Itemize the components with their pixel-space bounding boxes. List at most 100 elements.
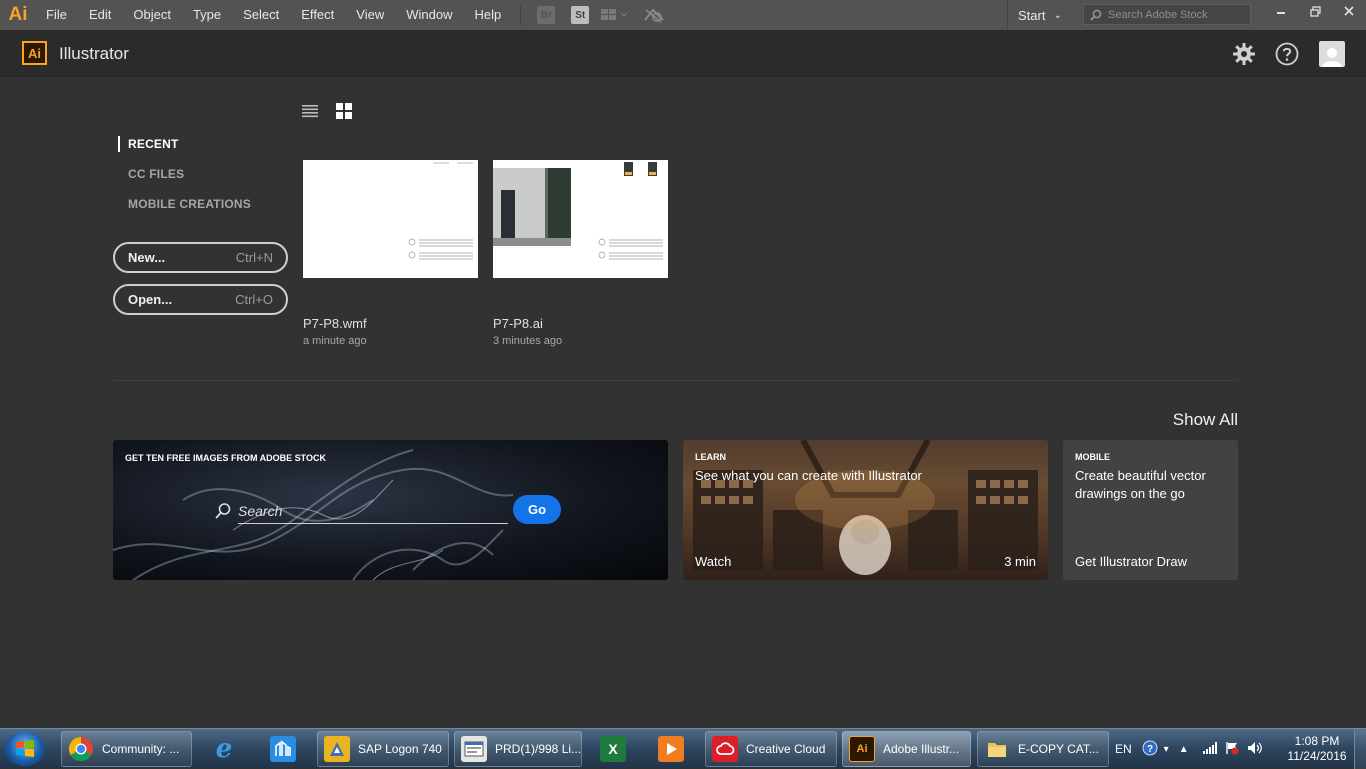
search-icon — [1090, 9, 1102, 21]
taskbar-item-illustrator[interactable]: Ai Adobe Illustr... — [842, 731, 971, 767]
recent-file-name[interactable]: P7-P8.ai — [493, 316, 543, 331]
mobile-headline: Create beautiful vector drawings on the … — [1075, 468, 1206, 501]
taskbar-item-internet-explorer[interactable]: e — [199, 731, 251, 767]
stock-search-placeholder: Search Adobe Stock — [1108, 8, 1208, 21]
open-file-button[interactable]: Open... Ctrl+O — [113, 284, 288, 315]
sap-window-icon — [461, 736, 487, 762]
workspace-switcher[interactable]: Start ⌄ — [1007, 0, 1062, 30]
menu-object[interactable]: Object — [122, 0, 182, 30]
close-button[interactable] — [1332, 0, 1366, 22]
menu-window[interactable]: Window — [395, 0, 463, 30]
taskbar-item-app[interactable] — [258, 731, 310, 767]
menu-bar: Ai File Edit Object Type Select Effect V… — [0, 0, 1366, 30]
search-underline — [238, 523, 508, 524]
menubar-divider — [520, 5, 522, 25]
sap-logon-icon — [324, 736, 350, 762]
help-tray-icon[interactable]: ? — [1142, 740, 1158, 759]
learn-card[interactable]: LEARN See what you can create with Illus… — [683, 440, 1048, 580]
taskbar-item-explorer[interactable]: E-COPY CAT... — [977, 731, 1109, 767]
avatar[interactable] — [1319, 41, 1345, 67]
recent-file-time: 3 minutes ago — [493, 335, 563, 347]
start-button[interactable] — [5, 732, 45, 766]
cockpit-image — [683, 440, 1048, 580]
nav-active-indicator — [118, 136, 120, 152]
chevron-down-icon: ⌄ — [1053, 9, 1062, 21]
illustrator-badge: Ai — [22, 41, 47, 65]
taskbar-label: Creative Cloud — [746, 742, 826, 756]
show-hidden-icons-icon[interactable]: ▲ — [1179, 744, 1189, 755]
learn-headline: See what you can create with Illustrator — [695, 468, 922, 483]
taskbar-label: Adobe Illustr... — [883, 742, 960, 756]
search-icon — [214, 502, 232, 525]
nav-recent[interactable]: RECENT — [128, 137, 179, 151]
go-button[interactable]: Go — [513, 495, 561, 524]
taskbar-label: Community: ... — [102, 742, 180, 756]
taskbar-label: PRD(1)/998 Li... — [495, 742, 581, 756]
gear-icon[interactable] — [1232, 42, 1256, 66]
system-clock[interactable]: 1:08 PM 11/24/2016 — [1282, 734, 1352, 764]
gpu-performance-icon[interactable] — [643, 6, 665, 24]
internet-explorer-icon: e — [215, 734, 233, 764]
menu-select[interactable]: Select — [232, 0, 290, 30]
excel-icon: X — [600, 736, 626, 762]
adobe-stock-card: GET TEN FREE IMAGES FROM ADOBE STOCK Sea… — [113, 440, 668, 580]
watch-link[interactable]: Watch — [695, 554, 731, 569]
mobile-card[interactable]: MOBILE Create beautiful vector drawings … — [1063, 440, 1238, 580]
chrome-icon — [68, 736, 94, 762]
menu-type[interactable]: Type — [182, 0, 232, 30]
recent-file-name[interactable]: P7-P8.wmf — [303, 316, 367, 331]
recent-file-thumbnail[interactable] — [303, 160, 478, 278]
app-header: Ai Illustrator — [0, 30, 1366, 77]
clock-date: 11/24/2016 — [1287, 749, 1347, 763]
learn-kicker: LEARN — [695, 452, 726, 462]
show-all-link[interactable]: Show All — [1173, 410, 1238, 430]
menu-help[interactable]: Help — [463, 0, 512, 30]
app-title: Illustrator — [59, 44, 129, 63]
clock-time: 1:08 PM — [1294, 734, 1340, 748]
workspace-label: Start — [1018, 7, 1046, 23]
open-file-label: Open... — [128, 292, 173, 307]
taskbar-item-sap-logon[interactable]: SAP Logon 740 — [317, 731, 449, 767]
recent-file-time: a minute ago — [303, 335, 367, 347]
restore-button[interactable] — [1298, 0, 1332, 22]
illustrator-icon: Ai — [849, 736, 875, 762]
network-icon[interactable] — [1202, 741, 1217, 757]
menu-file[interactable]: File — [36, 0, 78, 30]
menu-edit[interactable]: Edit — [78, 0, 122, 30]
show-desktop-button[interactable] — [1354, 729, 1366, 769]
stock-search-input[interactable]: Search Adobe Stock — [1083, 4, 1251, 25]
taskbar-item-media-player[interactable] — [646, 731, 698, 767]
taskbar-item-excel[interactable]: X — [588, 731, 640, 767]
action-center-flag-icon[interactable] — [1225, 741, 1239, 758]
new-file-button[interactable]: New... Ctrl+N — [113, 242, 288, 273]
window-controls — [1264, 0, 1366, 30]
nav-mobile-creations[interactable]: MOBILE CREATIONS — [128, 197, 251, 211]
help-icon[interactable] — [1275, 42, 1299, 66]
windows-logo-icon — [16, 740, 34, 757]
taskbar-label: SAP Logon 740 — [358, 742, 442, 756]
windows-taskbar: Community: ... e SAP Logon 740 PRD(1)/99… — [0, 728, 1366, 769]
taskbar-label: E-COPY CAT... — [1018, 742, 1099, 756]
taskbar-item-creative-cloud[interactable]: Creative Cloud — [705, 731, 837, 767]
grid-view-icon[interactable] — [336, 103, 352, 119]
menu-effect[interactable]: Effect — [290, 0, 345, 30]
list-view-icon[interactable] — [302, 103, 318, 119]
minimize-button[interactable] — [1264, 0, 1298, 22]
get-illustrator-draw-link[interactable]: Get Illustrator Draw — [1075, 554, 1187, 569]
volume-icon[interactable] — [1247, 741, 1263, 758]
bridge-button[interactable]: Br — [537, 6, 556, 24]
new-file-shortcut: Ctrl+N — [235, 250, 273, 265]
mobile-kicker: MOBILE — [1075, 452, 1110, 462]
section-divider — [113, 380, 1238, 381]
menu-view[interactable]: View — [345, 0, 395, 30]
stock-card-search-input[interactable]: Search — [238, 503, 282, 519]
taskbar-item-sap-session[interactable]: PRD(1)/998 Li... — [454, 731, 582, 767]
language-indicator[interactable]: EN — [1115, 742, 1132, 756]
taskbar-item-chrome[interactable]: Community: ... — [61, 731, 192, 767]
system-tray: EN ? ▾ ▲ — [1115, 729, 1263, 769]
nav-cc-files[interactable]: CC FILES — [128, 167, 184, 181]
arrange-documents-icon[interactable] — [601, 8, 629, 22]
tray-toggle-icon[interactable]: ▾ — [1164, 744, 1169, 755]
stock-button[interactable]: St — [571, 6, 590, 24]
recent-file-thumbnail[interactable] — [493, 160, 668, 278]
